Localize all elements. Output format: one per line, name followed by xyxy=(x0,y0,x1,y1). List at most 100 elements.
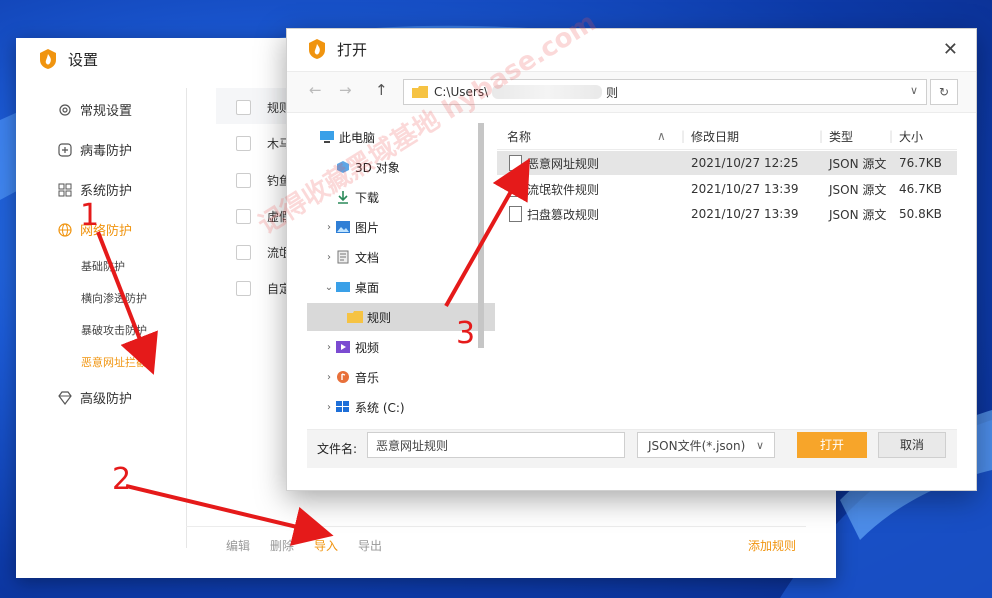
address-bar[interactable]: C:\Users\ 则 ∨ xyxy=(403,79,927,105)
checkbox[interactable] xyxy=(236,281,251,296)
dialog-navbar: ← → ↑ C:\Users\ 则 ∨ ↻ xyxy=(287,71,976,113)
forward-arrow-icon[interactable]: → xyxy=(339,81,352,99)
file-icon xyxy=(509,155,522,171)
open-button[interactable]: 打开 xyxy=(797,432,867,458)
column-name[interactable]: 名称 xyxy=(507,128,531,145)
tree-scrollbar[interactable] xyxy=(477,123,485,423)
scrollbar-thumb[interactable] xyxy=(478,123,484,348)
checkbox[interactable] xyxy=(236,173,251,188)
tree-item-music[interactable]: › 音乐 xyxy=(307,363,495,391)
dialog-bottom-bar: 文件名: 恶意网址规则 JSON文件(*.json) ∨ 打开 取消 xyxy=(307,429,957,468)
computer-icon xyxy=(320,131,334,143)
sort-up-icon[interactable]: ∧ xyxy=(657,129,666,143)
chevron-right-icon[interactable]: › xyxy=(323,342,335,353)
video-icon xyxy=(336,341,350,353)
filetype-select[interactable]: JSON文件(*.json) ∨ xyxy=(637,432,775,458)
download-icon xyxy=(338,191,348,204)
app-logo-icon xyxy=(40,49,56,69)
address-path-suffix: 则 xyxy=(606,85,619,100)
settings-footer: 编辑 删除 导入 导出 添加规则 xyxy=(186,526,806,567)
column-type[interactable]: 类型 xyxy=(829,128,853,145)
address-path-prefix: C:\Users\ xyxy=(434,85,489,99)
table-row[interactable]: 自定 xyxy=(236,280,291,297)
app-logo-icon xyxy=(309,39,325,59)
chevron-down-icon[interactable]: ∨ xyxy=(910,84,918,97)
settings-title: 设置 xyxy=(68,50,99,69)
chevron-right-icon[interactable]: › xyxy=(323,372,335,383)
subnav-malicious-url[interactable]: 恶意网址拦截 xyxy=(81,354,147,370)
checkbox[interactable] xyxy=(236,209,251,224)
add-rule-button[interactable]: 添加规则 xyxy=(748,537,796,554)
folder-icon xyxy=(347,311,363,323)
chevron-right-icon[interactable]: › xyxy=(323,222,335,233)
file-list: 名称 ∧ | 修改日期 | 类型 | 大小 恶意网址规则 2021/10/27 … xyxy=(497,123,957,423)
drive-icon xyxy=(336,401,349,412)
annotation-number-2: 2 xyxy=(112,462,132,497)
chevron-right-icon[interactable]: › xyxy=(323,252,335,263)
subnav-bruteforce[interactable]: 暴破攻击防护 xyxy=(81,322,147,338)
edit-button[interactable]: 编辑 xyxy=(226,537,250,554)
open-file-dialog: 打开 ✕ ← → ↑ C:\Users\ 则 ∨ ↻ 此电脑 3D 对象 下载 xyxy=(286,28,977,491)
nav-advanced[interactable]: 高级防护 xyxy=(58,388,132,407)
column-modified[interactable]: 修改日期 xyxy=(691,128,739,145)
export-button[interactable]: 导出 xyxy=(358,537,382,554)
nav-system[interactable]: 系统防护 xyxy=(58,180,132,199)
checkbox[interactable] xyxy=(236,136,251,151)
folder-tree: 此电脑 3D 对象 下载 › 图片 › 文档 ⌄ 桌面 规则 › 视频 › 音乐… xyxy=(307,123,495,423)
tree-item-drive-c[interactable]: › 系统 (C:) xyxy=(307,393,495,421)
file-row[interactable]: 扫盘篡改规则 2021/10/27 13:39 JSON 源文 50.8KB xyxy=(497,202,957,226)
chevron-down-icon: ∨ xyxy=(755,439,764,452)
chevron-right-icon[interactable]: › xyxy=(323,402,335,413)
table-row[interactable]: 规则 xyxy=(236,99,291,116)
filename-input[interactable]: 恶意网址规则 xyxy=(367,432,625,458)
up-arrow-icon[interactable]: ↑ xyxy=(375,81,388,99)
nav-general[interactable]: 常规设置 xyxy=(58,100,132,119)
table-row[interactable]: 流氓 xyxy=(236,244,291,261)
address-blurred-segment xyxy=(492,85,603,99)
file-row[interactable]: 流氓软件规则 2021/10/27 13:39 JSON 源文 46.7KB xyxy=(497,177,957,201)
checkbox[interactable] xyxy=(236,245,251,260)
grid-icon xyxy=(58,183,72,196)
folder-icon xyxy=(412,86,428,98)
annotation-number-3: 3 xyxy=(456,316,476,351)
tree-item-this-pc[interactable]: 此电脑 xyxy=(307,123,479,151)
column-size[interactable]: 大小 xyxy=(899,128,923,145)
tree-item-downloads[interactable]: 下载 xyxy=(307,183,495,211)
file-row[interactable]: 恶意网址规则 2021/10/27 12:25 JSON 源文 76.7KB xyxy=(497,151,957,175)
settings-title-bar: 设置 xyxy=(38,48,98,70)
cube-icon xyxy=(337,161,349,173)
document-icon xyxy=(337,250,349,264)
dialog-title-bar: 打开 xyxy=(307,38,367,60)
import-button[interactable]: 导入 xyxy=(314,537,338,554)
plus-square-icon xyxy=(58,142,72,157)
tree-item-pictures[interactable]: › 图片 xyxy=(307,213,495,241)
table-row[interactable]: 虚假 xyxy=(236,208,291,225)
table-row[interactable]: 木马 xyxy=(236,135,291,152)
music-icon xyxy=(337,371,349,383)
picture-icon xyxy=(336,221,350,233)
dialog-title: 打开 xyxy=(337,40,368,59)
close-icon[interactable]: ✕ xyxy=(943,39,958,60)
annotation-number-1: 1 xyxy=(80,198,100,233)
chevron-down-icon[interactable]: ⌄ xyxy=(323,282,335,293)
file-icon xyxy=(509,206,522,222)
refresh-icon[interactable]: ↻ xyxy=(930,79,958,105)
table-row[interactable]: 钓鱼 xyxy=(236,172,291,189)
gear-icon xyxy=(59,103,71,116)
tree-item-3d[interactable]: 3D 对象 xyxy=(307,153,495,181)
desktop-icon xyxy=(336,282,350,292)
tree-item-documents[interactable]: › 文档 xyxy=(307,243,495,271)
cancel-button[interactable]: 取消 xyxy=(878,432,946,458)
checkbox[interactable] xyxy=(236,100,251,115)
delete-button[interactable]: 删除 xyxy=(270,537,294,554)
filename-label: 文件名: xyxy=(317,442,358,456)
subnav-basic[interactable]: 基础防护 xyxy=(81,258,125,274)
tree-item-desktop[interactable]: ⌄ 桌面 xyxy=(307,273,495,301)
settings-sidebar: 常规设置 病毒防护 系统防护 网络防护 基础防护 横向渗透防护 暴破攻击防护 恶… xyxy=(16,88,187,548)
nav-virus[interactable]: 病毒防护 xyxy=(58,140,132,159)
file-list-header: 名称 ∧ | 修改日期 | 类型 | 大小 xyxy=(497,123,957,150)
file-icon xyxy=(509,181,522,197)
subnav-lateral[interactable]: 横向渗透防护 xyxy=(81,290,147,306)
back-arrow-icon[interactable]: ← xyxy=(309,81,322,99)
diamond-icon xyxy=(58,390,72,405)
